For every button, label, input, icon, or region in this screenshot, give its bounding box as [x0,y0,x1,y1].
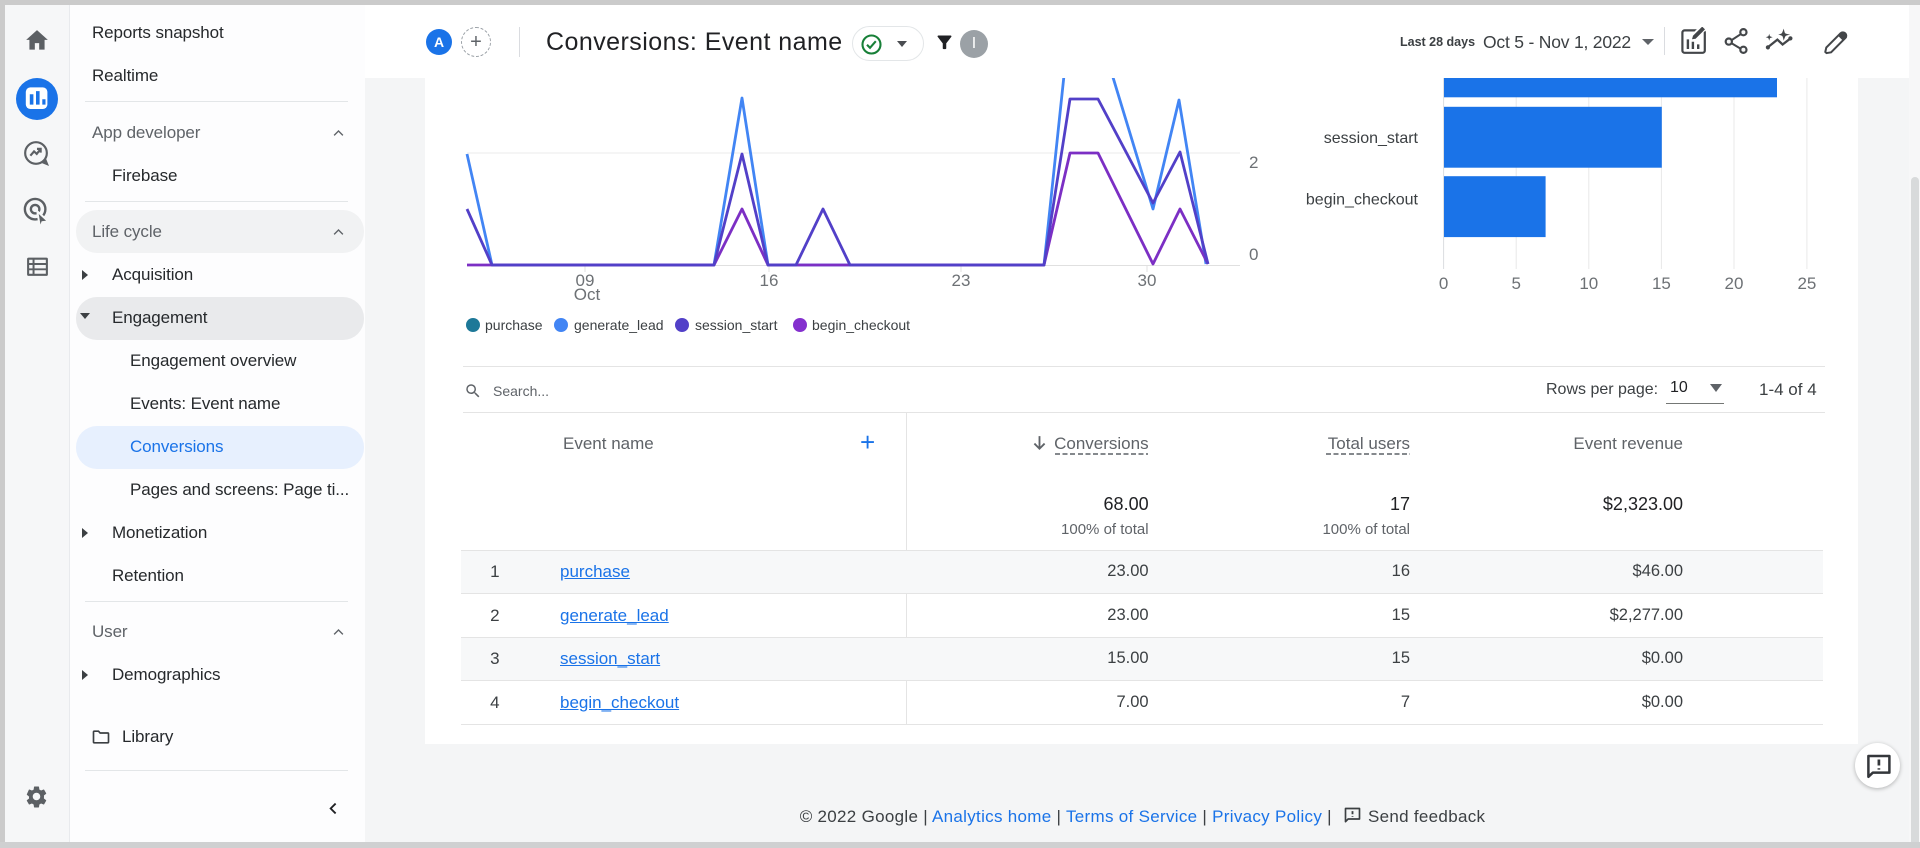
svg-text:15: 15 [1652,274,1671,293]
svg-text:16: 16 [760,271,779,290]
svg-text:generate_lead: generate_lead [574,317,664,333]
svg-text:2: 2 [1249,153,1258,172]
svg-text:0: 0 [1439,274,1448,293]
svg-text:session_start: session_start [1324,130,1419,147]
svg-text:23: 23 [952,271,971,290]
svg-text:begin_checkout: begin_checkout [1306,192,1419,209]
svg-text:5: 5 [1511,274,1520,293]
svg-text:purchase: purchase [485,317,543,333]
svg-text:0: 0 [1249,245,1258,264]
svg-text:30: 30 [1138,271,1157,290]
svg-text:25: 25 [1797,274,1816,293]
svg-text:10: 10 [1579,274,1598,293]
svg-text:begin_checkout: begin_checkout [812,317,910,333]
svg-text:20: 20 [1725,274,1744,293]
svg-text:Oct: Oct [574,285,601,304]
svg-text:session_start: session_start [695,317,778,333]
